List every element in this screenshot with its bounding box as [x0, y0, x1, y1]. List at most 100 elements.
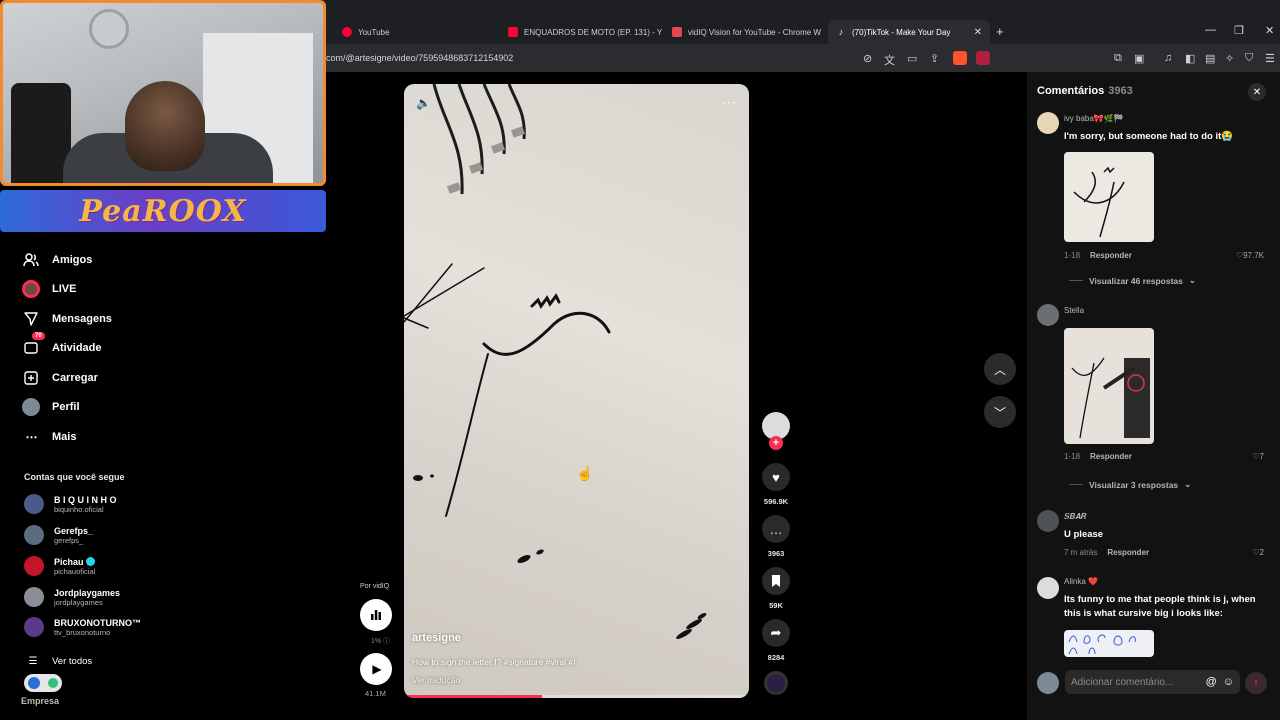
avatar[interactable] [1037, 510, 1059, 532]
sidebar-item-atividade[interactable]: 70 Atividade [22, 332, 102, 357]
vidiq-small-icon [28, 677, 40, 689]
see-all-link[interactable]: ☰ Ver todos [26, 652, 93, 670]
music-disc-icon[interactable] [764, 671, 788, 695]
view-replies-button[interactable]: Visualizar 46 respostas ⌄ [1069, 275, 1196, 286]
comment-meta: 1-18 Responder [1064, 251, 1132, 260]
close-comments-button[interactable]: ✕ [1248, 83, 1266, 101]
screenshot-icon[interactable]: ▣ [1134, 52, 1144, 65]
view-replies-button[interactable]: Visualizar 3 respostas ⌄ [1069, 479, 1191, 490]
volume-icon[interactable]: 🔈 [416, 96, 431, 110]
sidebar-item-amigos[interactable]: Amigos [22, 251, 92, 269]
comment-image[interactable] [1064, 328, 1154, 444]
bookmark-icon[interactable] [762, 567, 790, 595]
avatar[interactable] [1037, 112, 1059, 134]
reply-button[interactable]: Responder [1090, 452, 1132, 461]
tab-youtube[interactable]: YouTube [334, 20, 498, 44]
save-action[interactable]: 59K [762, 567, 790, 610]
play-button[interactable]: ▶ [360, 653, 392, 685]
streamer-logo: PeaROOX [79, 193, 247, 229]
sidebar-item-mais[interactable]: ⋯ Mais [22, 428, 77, 446]
video-progress-bar[interactable] [404, 695, 749, 698]
media-icon[interactable]: ♫ [1164, 52, 1172, 64]
followed-account[interactable]: Gerefps_ gerefps_ [24, 525, 93, 545]
reply-button[interactable]: Responder [1090, 251, 1132, 260]
comment-author[interactable]: ivy baba🎀🌿🏁 [1064, 114, 1124, 123]
share-arrow-icon[interactable]: ➦ [762, 619, 790, 647]
comment-image[interactable] [1064, 630, 1154, 657]
restore-button[interactable]: ❐ [1234, 24, 1244, 37]
comment-action[interactable]: … 3963 [762, 515, 790, 558]
extensions-icon[interactable]: ⧉ [1114, 52, 1122, 65]
account-handle: gerefps_ [54, 535, 84, 545]
video-player[interactable]: 🔈 ⋯ artesigne How to sign the letter I? … [404, 84, 749, 698]
tab-vidiq[interactable]: vidIQ Vision for YouTube - Chrome W [664, 20, 826, 44]
chevron-up-icon: ︿ [993, 362, 1006, 377]
next-video-button[interactable]: ﹀ [984, 396, 1016, 428]
ai-icon[interactable]: ✧ [1225, 52, 1234, 65]
more-options-icon[interactable]: ⋯ [722, 94, 737, 111]
business-toggle[interactable] [24, 674, 62, 692]
followed-account[interactable]: Pichau pichauoficial [24, 556, 95, 576]
cast-icon[interactable]: ▭ [907, 52, 917, 65]
live-icon [22, 280, 40, 298]
follow-button[interactable]: + [769, 436, 783, 450]
sidebar-item-perfil[interactable]: Perfil [22, 398, 80, 416]
sidebar-item-mensagens[interactable]: Mensagens [22, 310, 112, 328]
sidebar-item-label: LIVE [52, 283, 77, 295]
like-action[interactable]: ♥ 596.9K [762, 463, 790, 506]
wallet-icon[interactable]: ▤ [1205, 52, 1215, 65]
followed-account[interactable]: Jordplaygames jordplaygames [24, 587, 120, 607]
send-icon [22, 310, 40, 328]
translate-link[interactable]: Ver tradução [412, 675, 460, 685]
vpn-icon[interactable]: ⛉ [1245, 52, 1253, 65]
close-window-button[interactable]: ✕ [1265, 24, 1274, 37]
previous-video-button[interactable]: ︿ [984, 353, 1016, 385]
comment-like[interactable]: ♡7 [1252, 452, 1264, 461]
vidiq-stats-button[interactable] [360, 599, 392, 631]
mention-icon[interactable]: @ [1206, 676, 1217, 688]
sidebar-icon[interactable]: ◧ [1185, 52, 1195, 65]
comment-icon[interactable]: … [762, 515, 790, 543]
sidebar-item-label: Amigos [52, 254, 93, 266]
video-author[interactable]: artesigne [412, 632, 461, 644]
comment-author[interactable]: 𝑺𝑩𝑨𝑹 [1064, 512, 1086, 522]
account-handle: biquinho.oficial [54, 504, 104, 514]
brave-shield-icon[interactable] [953, 51, 967, 65]
account-name: Jordplaygames [54, 587, 121, 598]
sidebar-item-live[interactable]: LIVE [22, 280, 76, 298]
save-count: 59K [769, 601, 783, 610]
send-comment-button[interactable]: ↑ [1245, 672, 1267, 694]
comment-author[interactable]: Alinka ❤️ [1064, 577, 1098, 586]
comment-author[interactable]: Stella [1064, 306, 1084, 315]
new-tab-button[interactable]: + [996, 24, 1004, 39]
followed-account[interactable]: BRUXONOTURNO™ ttv_bruxonoturno [24, 617, 141, 637]
close-tab-icon[interactable]: ✕ [974, 27, 982, 38]
add-comment-input[interactable]: Adicionar comentário... @ ☺ [1065, 670, 1240, 694]
comments-panel: Comentários 3963 ✕ ivy baba🎀🌿🏁 I'm sorry,… [1027, 72, 1280, 720]
url-field[interactable]: com/@artesigne/video/7595948683712154902 [326, 53, 513, 63]
sidebar-item-carregar[interactable]: Carregar [22, 369, 98, 387]
tracking-icon[interactable]: ⊘ [863, 52, 872, 65]
share-action[interactable]: ➦ 8284 [762, 619, 790, 662]
reply-button[interactable]: Responder [1107, 548, 1149, 557]
add-comment-placeholder: Adicionar comentário... [1071, 676, 1174, 688]
rewards-icon[interactable] [976, 51, 990, 65]
account-name: B I Q U I N H O [54, 494, 117, 505]
comment-image[interactable] [1064, 152, 1154, 242]
menu-icon[interactable]: ☰ [1265, 52, 1275, 65]
heart-icon[interactable]: ♥ [762, 463, 790, 491]
webcam-overlay [0, 0, 326, 186]
emoji-icon[interactable]: ☺ [1223, 676, 1234, 688]
business-label: Empresa [21, 696, 60, 706]
share-icon[interactable]: ⇪ [930, 52, 939, 65]
avatar[interactable] [1037, 304, 1059, 326]
tab-tiktok[interactable]: ♪ (70)TikTok - Make Your Day ✕ [828, 20, 990, 44]
tab-enquadros[interactable]: ENQUADROS DE MOTO (EP. 131) - Y [500, 20, 662, 44]
comment-like[interactable]: ♡2 [1252, 548, 1264, 557]
followed-account[interactable]: B I Q U I N H O biquinho.oficial [24, 494, 117, 514]
translate-icon[interactable]: 文 [884, 52, 895, 68]
avatar[interactable] [1037, 577, 1059, 599]
minimize-button[interactable]: — [1205, 24, 1216, 36]
comment-like[interactable]: ♡97.7K [1236, 251, 1264, 260]
youtube-icon [342, 27, 352, 37]
